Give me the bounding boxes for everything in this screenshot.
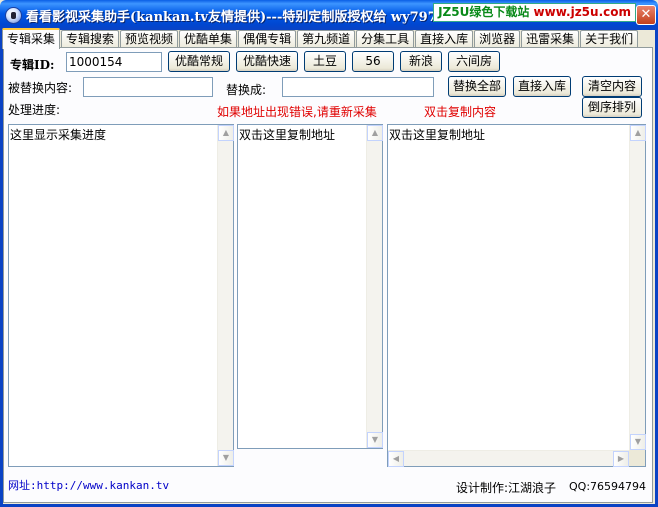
scroll-up-icon[interactable]: ▲ [367, 125, 383, 141]
tab-album-search[interactable]: 专辑搜索 [61, 30, 120, 48]
scroll-corner [629, 450, 645, 466]
tab-ouou-album[interactable]: 偶偶专辑 [238, 30, 297, 48]
tab-about[interactable]: 关于我们 [580, 30, 639, 48]
clear-content-button[interactable]: 清空内容 [582, 76, 642, 97]
replace-all-button[interactable]: 替换全部 [448, 76, 506, 97]
address-scrollbar[interactable]: ▲ ▼ [366, 125, 383, 448]
replace-from-input[interactable] [83, 77, 213, 97]
watermark-url: www.jz5u.com [533, 5, 631, 19]
tab-episode-tools[interactable]: 分集工具 [356, 30, 415, 48]
tab-xunlei-collect[interactable]: 迅雷采集 [521, 30, 580, 48]
website-link[interactable]: 网址:http://www.kankan.tv [8, 477, 169, 493]
album-id-label: 专辑ID: [10, 58, 55, 72]
sina-button[interactable]: 新浪 [400, 51, 442, 72]
progress-text: 这里显示采集进度 [10, 128, 107, 142]
tab-preview-video[interactable]: 预览视频 [120, 30, 179, 48]
youku-normal-button[interactable]: 优酷常规 [168, 51, 230, 72]
copy-hint-text: 双击复制内容 [424, 105, 497, 119]
tab-browser[interactable]: 浏览器 [474, 30, 521, 48]
address-textarea[interactable]: 双击这里复制地址 ▲ ▼ [237, 124, 383, 449]
progress-label: 处理进度: [8, 103, 61, 117]
scroll-right-icon[interactable]: ▶ [613, 451, 629, 467]
tudou-button[interactable]: 土豆 [304, 51, 346, 72]
progress-textarea[interactable]: 这里显示采集进度 ▲ ▼ [8, 124, 234, 467]
tab-direct-import[interactable]: 直接入库 [415, 30, 474, 48]
scroll-up-icon[interactable]: ▲ [630, 125, 646, 141]
tab-youku-single[interactable]: 优酷单集 [179, 30, 238, 48]
output-vscrollbar[interactable]: ▲ ▼ [629, 125, 646, 450]
replace-from-label: 被替换内容: [8, 81, 73, 95]
album-id-input[interactable]: 1000154 [66, 52, 162, 72]
output-hscrollbar[interactable]: ◀ ▶ [388, 450, 629, 467]
qq-text: QQ:76594794 [569, 480, 647, 493]
close-button[interactable]: ✕ [636, 5, 656, 25]
tab-album-collect[interactable]: 专辑采集 [2, 28, 61, 49]
tab-channel-nine[interactable]: 第九频道 [297, 30, 356, 48]
watermark-badge: JZ5U绿色下载站 www.jz5u.com [433, 3, 636, 22]
output-text: 双击这里复制地址 [389, 128, 486, 142]
direct-import-button[interactable]: 直接入库 [513, 76, 571, 97]
error-hint-text: 如果地址出现错误,请重新采集 [217, 105, 377, 119]
title-bar[interactable]: 看看影视采集助手(kankan.tv友情提供)---特别定制版授权给 wy797… [0, 0, 658, 30]
replace-to-label: 替换成: [226, 83, 267, 97]
replace-to-input[interactable] [282, 77, 434, 97]
scroll-down-icon[interactable]: ▼ [218, 450, 234, 466]
tab-strip: 专辑采集 专辑搜索 预览视频 优酷单集 偶偶专辑 第九频道 分集工具 直接入库 … [2, 28, 639, 49]
youku-fast-button[interactable]: 优酷快速 [236, 51, 298, 72]
progress-scrollbar[interactable]: ▲ ▼ [217, 125, 234, 466]
output-textarea[interactable]: 双击这里复制地址 ▲ ▼ ◀ ▶ [387, 124, 646, 467]
credit-text: 设计制作:江湖浪子 [456, 481, 557, 495]
window-title: 看看影视采集助手(kankan.tv友情提供)---特别定制版授权给 wy797… [26, 10, 450, 25]
scroll-down-icon[interactable]: ▼ [630, 434, 646, 450]
app-icon [5, 7, 22, 24]
scroll-up-icon[interactable]: ▲ [218, 125, 234, 141]
source-56-button[interactable]: 56 [352, 51, 394, 72]
reverse-order-button[interactable]: 倒序排列 [582, 97, 642, 118]
liujianfang-button[interactable]: 六间房 [448, 51, 500, 72]
address-text: 双击这里复制地址 [239, 128, 336, 142]
scroll-down-icon[interactable]: ▼ [367, 432, 383, 448]
watermark-text: JZ5U绿色下载站 [438, 5, 530, 19]
scroll-left-icon[interactable]: ◀ [388, 451, 404, 467]
